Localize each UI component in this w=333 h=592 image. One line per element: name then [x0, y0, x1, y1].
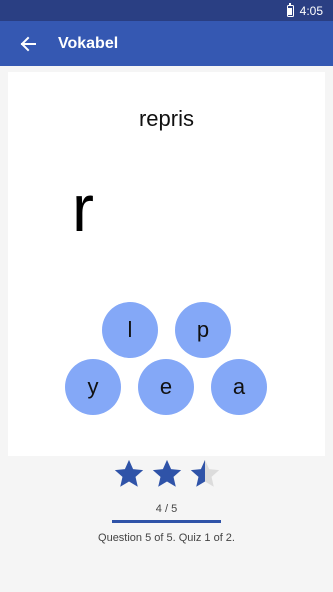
quiz-word: repris: [138, 106, 194, 131]
progress-count: 4 / 5: [155, 503, 178, 515]
app-bar: Vokabel: [0, 21, 333, 66]
answer-progress: r: [72, 171, 94, 245]
letter-button-5[interactable]: a: [211, 359, 267, 415]
letter-button-3[interactable]: y: [65, 359, 121, 415]
status-time: 4:05: [299, 3, 323, 18]
quiz-summary: Question 5 of 5. Quiz 1 of 2.: [98, 532, 235, 544]
star-half-icon-3: [190, 459, 219, 487]
progress-bar: [112, 520, 221, 523]
page-title: Vokabel: [58, 34, 119, 52]
letter-button-4[interactable]: e: [138, 359, 194, 415]
status-bar: 4:05: [0, 0, 333, 21]
star-icon-1: [114, 459, 143, 487]
star-rating: [0, 456, 333, 492]
back-button[interactable]: [8, 21, 48, 66]
quiz-card: repris r l p y e a: [8, 72, 325, 456]
letter-button-2[interactable]: p: [175, 302, 231, 358]
battery-icon: [286, 2, 294, 17]
arrow-left-icon: [20, 36, 36, 51]
letter-button-1[interactable]: l: [102, 302, 158, 358]
star-icon-2: [152, 459, 181, 487]
progress-bar-fill: [112, 520, 221, 523]
